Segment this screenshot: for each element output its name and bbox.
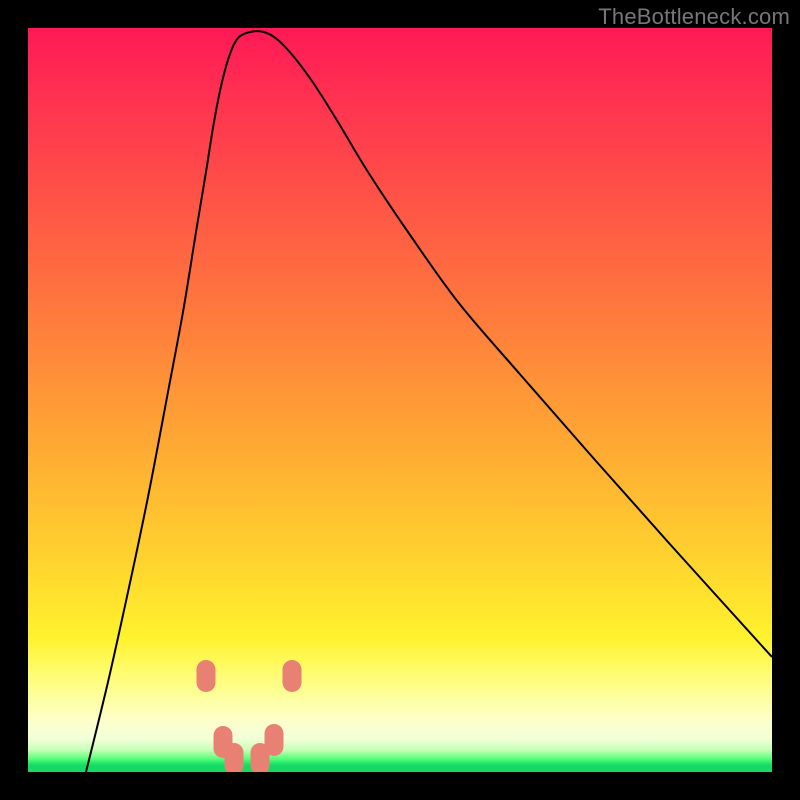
marker-bottom-left	[225, 743, 244, 772]
markers-group	[197, 660, 302, 772]
chart-frame: TheBottleneck.com	[0, 0, 800, 800]
watermark-text: TheBottleneck.com	[598, 4, 790, 30]
plot-area	[28, 28, 772, 772]
bottleneck-curve	[86, 31, 772, 772]
curve-layer	[28, 28, 772, 772]
marker-right-upper	[283, 660, 302, 692]
marker-left-upper	[197, 660, 216, 692]
marker-right-lower	[265, 724, 284, 756]
